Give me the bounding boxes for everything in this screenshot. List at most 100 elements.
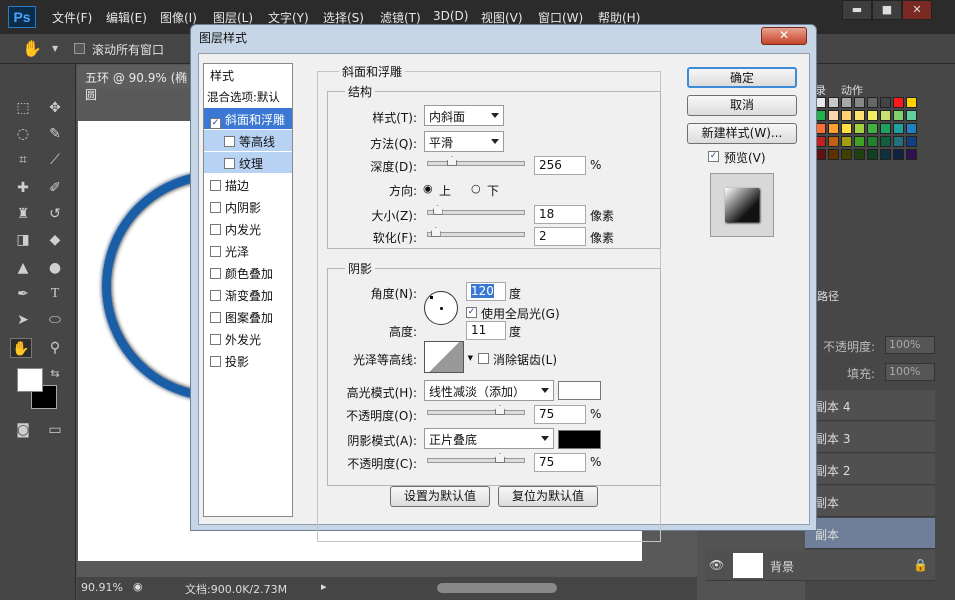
layer-row[interactable]: 副本 4 [805, 390, 935, 421]
ellipse-tool-icon[interactable]: ⬭ [44, 310, 66, 330]
horizontal-scrollbar[interactable] [437, 583, 557, 593]
altitude-input[interactable]: 11 [466, 321, 506, 340]
clone-stamp-icon[interactable]: ♜ [12, 204, 34, 224]
color-swatch[interactable] [828, 136, 839, 147]
color-swatch[interactable] [828, 97, 839, 108]
checkbox[interactable]: ✓ [210, 118, 221, 129]
healing-brush-icon[interactable]: ✚ [12, 178, 34, 198]
checkbox[interactable] [210, 246, 221, 257]
checkbox[interactable] [224, 136, 235, 147]
color-swatch[interactable] [893, 123, 904, 134]
reset-default-button[interactable]: 复位为默认值 [498, 486, 598, 507]
color-swatch[interactable] [841, 136, 852, 147]
radio-down[interactable]: ○ [471, 182, 481, 195]
path-select-icon[interactable]: ➤ [12, 310, 34, 330]
fill-input[interactable]: 100% [885, 363, 935, 381]
crop-tool-icon[interactable]: ⌗ [12, 150, 34, 170]
size-input[interactable]: 18 [534, 205, 586, 224]
minimize-button[interactable]: ▬ [842, 0, 872, 20]
technique-select[interactable]: 平滑 [424, 131, 504, 152]
color-swatch[interactable] [867, 97, 878, 108]
checkbox[interactable] [210, 224, 221, 235]
highlight-color-swatch[interactable] [558, 381, 601, 400]
checkbox[interactable] [210, 312, 221, 323]
color-swatch[interactable] [867, 110, 878, 121]
checkbox[interactable] [224, 158, 235, 169]
style-item-gradient-overlay[interactable]: 渐变叠加 [204, 284, 292, 305]
play-icon[interactable]: ▸ [321, 580, 327, 593]
type-tool-icon[interactable]: T [44, 284, 66, 304]
style-item-texture[interactable]: 纹理 [204, 152, 292, 173]
color-swatch[interactable] [880, 97, 891, 108]
color-swatch[interactable] [880, 149, 891, 160]
color-swatch[interactable] [906, 136, 917, 147]
screen-mode-icon[interactable]: ▭ [44, 420, 66, 440]
zoom-tool-icon[interactable]: ⚲ [44, 338, 66, 358]
color-swatch[interactable] [841, 123, 852, 134]
layer-row[interactable]: 副本 2 [805, 454, 935, 485]
soften-input[interactable]: 2 [534, 227, 586, 246]
color-swatch[interactable] [906, 97, 917, 108]
style-item-satin[interactable]: 光泽 [204, 240, 292, 261]
style-item-outer-glow[interactable]: 外发光 [204, 328, 292, 349]
size-slider[interactable] [427, 205, 525, 215]
highlight-opacity-input[interactable]: 75 [534, 405, 586, 424]
gloss-contour-picker[interactable]: ▼ [424, 341, 473, 373]
layer-row[interactable]: 副本 3 [805, 422, 935, 453]
color-swatch[interactable] [906, 149, 917, 160]
style-item-contour[interactable]: 等高线 [204, 130, 292, 151]
color-swatch[interactable] [841, 110, 852, 121]
color-swatch[interactable] [841, 97, 852, 108]
checkbox[interactable] [210, 356, 221, 367]
radio-up-selected[interactable]: ◉ [423, 182, 433, 195]
checkbox[interactable] [210, 180, 221, 191]
color-swatch[interactable] [854, 97, 865, 108]
style-item-bevel[interactable]: ✓ 斜面和浮雕 [204, 108, 292, 129]
shadow-color-swatch[interactable] [558, 430, 601, 449]
eyedropper-tool-icon[interactable]: ⟋ [44, 150, 66, 170]
quick-select-tool-icon[interactable]: ✎ [44, 124, 66, 144]
blend-options-item[interactable]: 混合选项:默认 [204, 86, 292, 107]
checkbox[interactable] [210, 290, 221, 301]
dialog-close-button[interactable]: ✕ [761, 27, 807, 45]
ok-button[interactable]: 确定 [687, 67, 797, 88]
eye-icon[interactable]: 👁 [709, 558, 724, 572]
depth-input[interactable]: 256 [534, 156, 586, 175]
color-swatch[interactable] [893, 110, 904, 121]
color-swatch[interactable] [867, 123, 878, 134]
swatches-grid[interactable] [815, 97, 945, 177]
color-swatch[interactable] [854, 123, 865, 134]
color-swatch[interactable] [828, 110, 839, 121]
color-swatch[interactable] [893, 97, 904, 108]
opacity-input[interactable]: 100% [885, 336, 935, 354]
cancel-button[interactable]: 取消 [687, 95, 797, 116]
app-close-button[interactable]: ✕ [902, 0, 932, 20]
checkbox[interactable] [210, 334, 221, 345]
style-item-inner-shadow[interactable]: 内阴影 [204, 196, 292, 217]
marquee-tool-icon[interactable]: ⬚ [12, 98, 34, 118]
paint-bucket-icon[interactable]: ◆ [44, 230, 66, 250]
color-swatch[interactable] [828, 149, 839, 160]
checkbox[interactable] [210, 268, 221, 279]
highlight-opacity-slider[interactable] [427, 405, 525, 415]
color-swatch[interactable] [854, 110, 865, 121]
layer-row[interactable]: 副本 [805, 486, 935, 517]
style-item-drop-shadow[interactable]: 投影 [204, 350, 292, 371]
style-item-stroke[interactable]: 描边 [204, 174, 292, 195]
color-swatch[interactable] [867, 136, 878, 147]
depth-slider[interactable] [427, 156, 525, 166]
style-item-pattern-overlay[interactable]: 图案叠加 [204, 306, 292, 327]
angle-input[interactable]: 120 [466, 282, 506, 301]
document-tab[interactable]: 五环 @ 90.9% (椭圆 [77, 65, 207, 102]
styles-header[interactable]: 样式 [204, 64, 292, 85]
eraser-tool-icon[interactable]: ◨ [12, 230, 34, 250]
shadow-opacity-input[interactable]: 75 [534, 453, 586, 472]
layer-row-selected[interactable]: 副本 [805, 518, 935, 549]
color-swatch[interactable] [880, 110, 891, 121]
color-swatch[interactable] [841, 149, 852, 160]
color-swatch[interactable] [880, 136, 891, 147]
quick-mask-icon[interactable]: ◙ [12, 420, 34, 440]
tab-paths[interactable]: 路径 [817, 288, 839, 304]
dodge-tool-icon[interactable]: ● [44, 258, 66, 278]
menu-file[interactable]: 文件(F) [52, 9, 92, 26]
